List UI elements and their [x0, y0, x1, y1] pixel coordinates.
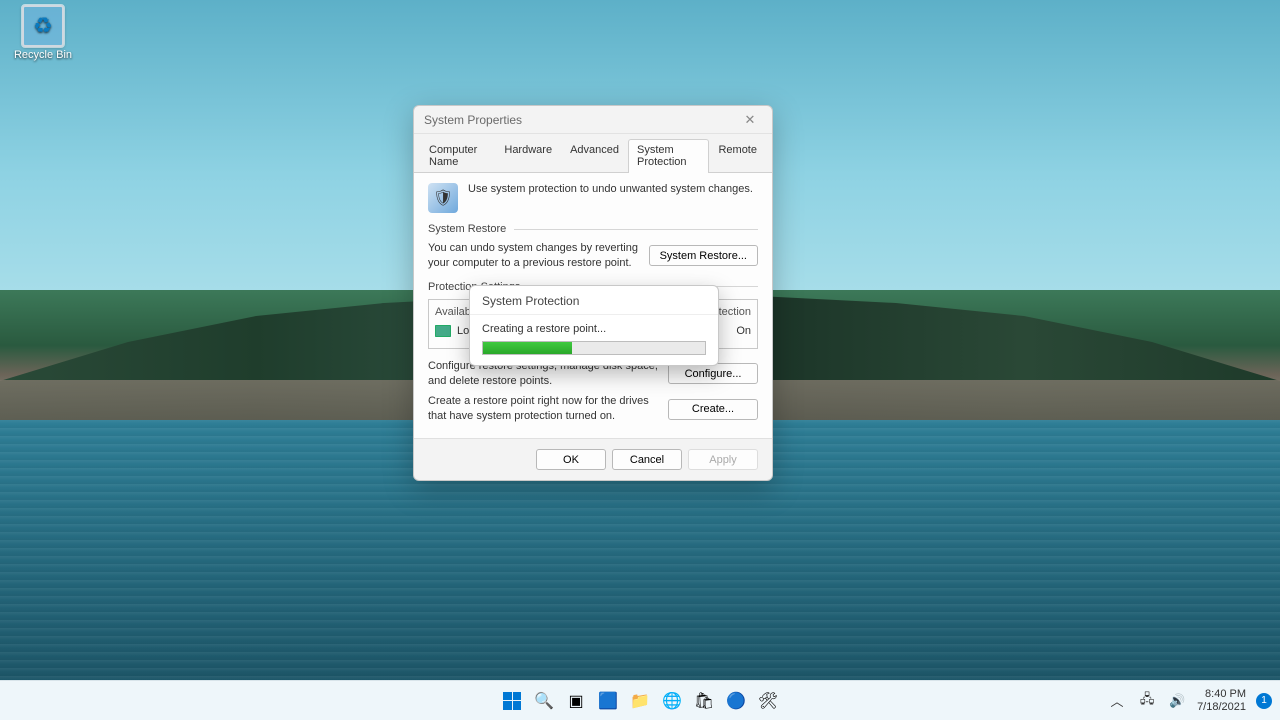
recycle-bin-label: Recycle Bin — [12, 49, 74, 61]
progress-fill — [483, 342, 572, 354]
progress-message: Creating a restore point... — [470, 315, 718, 341]
system-restore-button[interactable]: System Restore... — [649, 245, 758, 266]
network-button[interactable]: 🖧 — [1137, 691, 1157, 711]
search-button[interactable]: 🔍 — [531, 688, 557, 714]
widgets-icon: 🟦 — [598, 691, 618, 711]
tab-advanced[interactable]: Advanced — [561, 139, 628, 173]
configure-button[interactable]: Configure... — [668, 363, 758, 384]
clock-date: 7/18/2021 — [1197, 701, 1246, 714]
progress-bar — [482, 341, 706, 355]
chrome-icon: 🔵 — [726, 691, 746, 711]
dialog-title: System Properties — [424, 113, 522, 127]
edge-icon: 🌐 — [662, 691, 682, 711]
chrome-button[interactable]: 🔵 — [723, 688, 749, 714]
drive-icon — [435, 325, 451, 337]
widgets-button[interactable]: 🟦 — [595, 688, 621, 714]
ok-button[interactable]: OK — [536, 449, 606, 470]
recycle-bin-desktop-icon[interactable]: Recycle Bin — [12, 5, 74, 61]
app-button[interactable]: 🛠 — [755, 688, 781, 714]
edge-button[interactable]: 🌐 — [659, 688, 685, 714]
dialog-tabs: Computer Name Hardware Advanced System P… — [414, 134, 772, 173]
system-protection-progress-dialog: System Protection Creating a restore poi… — [469, 285, 719, 366]
close-button[interactable]: ✕ — [736, 109, 764, 131]
cancel-button[interactable]: Cancel — [612, 449, 682, 470]
tab-computer-name[interactable]: Computer Name — [420, 139, 495, 173]
search-icon: 🔍 — [534, 691, 554, 711]
tray-overflow-button[interactable]: ︿ — [1107, 691, 1127, 711]
app-icon: 🛠 — [758, 691, 778, 711]
tab-remote[interactable]: Remote — [709, 139, 766, 173]
restore-description: You can undo system changes by reverting… — [428, 241, 639, 271]
store-icon: 🛍 — [694, 691, 714, 711]
close-icon: ✕ — [745, 112, 756, 128]
taskbar: 🔍 ▣ 🟦 📁 🌐 🛍 🔵 🛠 ︿ 🖧 🔊 8:40 PM 7/18/2021 … — [0, 680, 1280, 720]
folder-icon: 📁 — [630, 691, 650, 711]
clock-time: 8:40 PM — [1197, 688, 1246, 701]
dialog-titlebar[interactable]: System Properties ✕ — [414, 106, 772, 134]
tab-hardware[interactable]: Hardware — [495, 139, 561, 173]
recycle-bin-icon — [22, 5, 64, 47]
store-button[interactable]: 🛍 — [691, 688, 717, 714]
file-explorer-button[interactable]: 📁 — [627, 688, 653, 714]
progress-title: System Protection — [470, 286, 718, 315]
task-view-icon: ▣ — [568, 691, 583, 711]
notification-badge[interactable]: 1 — [1256, 693, 1272, 709]
volume-button[interactable]: 🔊 — [1167, 691, 1187, 711]
dialog-footer: OK Cancel Apply — [414, 438, 772, 480]
drive-status: On — [736, 325, 751, 337]
task-view-button[interactable]: ▣ — [563, 688, 589, 714]
system-tray: ︿ 🖧 🔊 8:40 PM 7/18/2021 1 — [1107, 688, 1272, 713]
section-system-restore: System Restore — [428, 223, 506, 235]
system-protection-icon — [428, 183, 458, 213]
start-button[interactable] — [499, 688, 525, 714]
chevron-up-icon: ︿ — [1111, 691, 1124, 710]
windows-logo-icon — [503, 692, 521, 710]
network-icon: 🖧 — [1140, 690, 1155, 712]
apply-button: Apply — [688, 449, 758, 470]
clock[interactable]: 8:40 PM 7/18/2021 — [1197, 688, 1246, 713]
create-button[interactable]: Create... — [668, 399, 758, 420]
tab-system-protection[interactable]: System Protection — [628, 139, 709, 173]
speaker-icon: 🔊 — [1169, 693, 1185, 709]
create-description: Create a restore point right now for the… — [428, 394, 658, 424]
intro-text: Use system protection to undo unwanted s… — [468, 183, 753, 195]
